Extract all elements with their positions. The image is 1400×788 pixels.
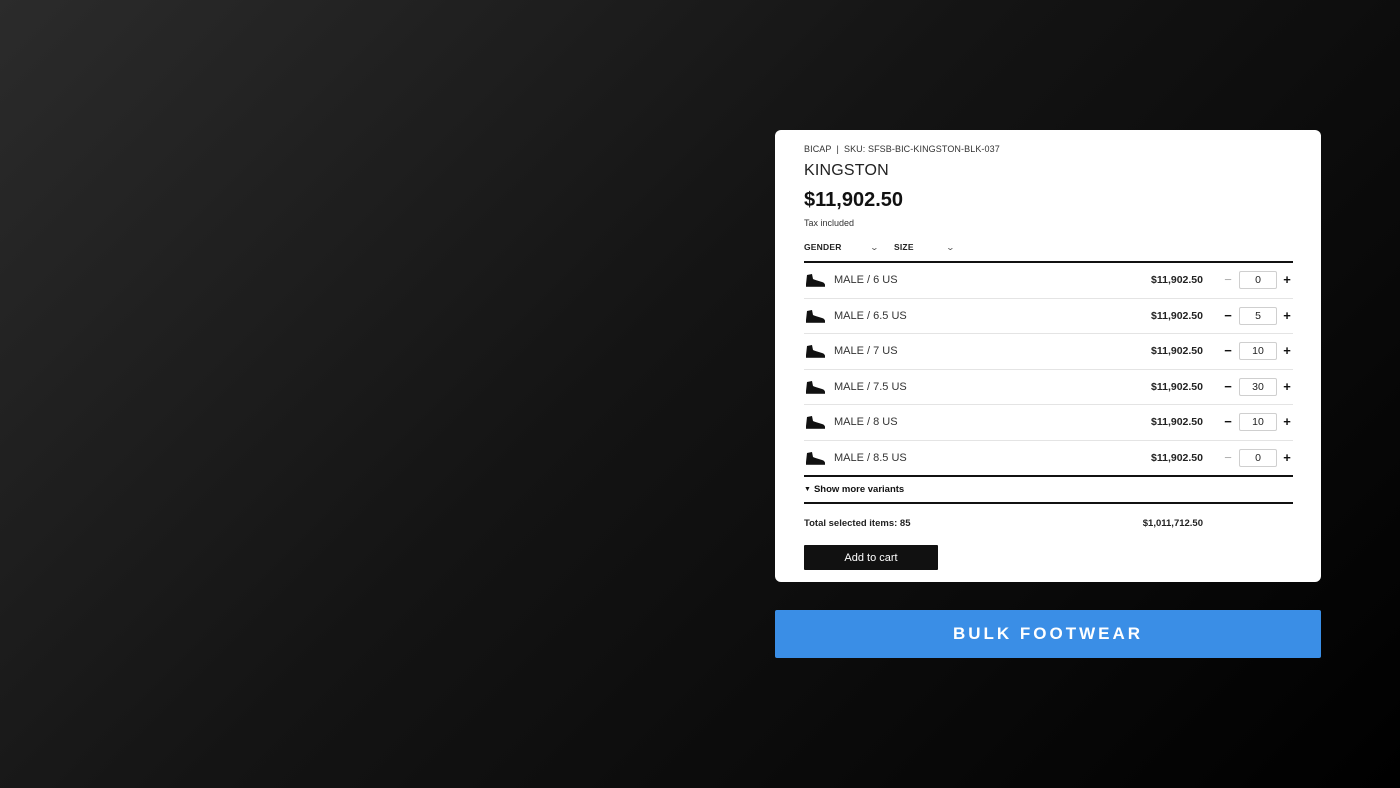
product-meta: BICAP | SKU: SFSB-BIC-KINGSTON-BLK-037	[804, 144, 1000, 154]
variant-price: $11,902.50	[1151, 309, 1203, 322]
variant-row: MALE / 7 US $11,902.50 − +	[804, 334, 1293, 370]
meta-separator: |	[836, 144, 839, 154]
boot-icon	[804, 450, 826, 466]
variant-price: $11,902.50	[1151, 345, 1203, 358]
chevron-down-icon: ⌄	[945, 242, 956, 252]
boot-icon	[804, 379, 826, 395]
boot-icon	[804, 343, 826, 359]
increase-quantity-button[interactable]: +	[1281, 451, 1293, 464]
quantity-input[interactable]	[1239, 413, 1277, 432]
variant-label: MALE / 7.5 US	[834, 380, 907, 393]
variant-label: MALE / 8 US	[834, 416, 898, 429]
add-to-cart-button[interactable]: Add to cart	[804, 545, 938, 570]
decrease-quantity-button[interactable]: −	[1222, 415, 1234, 428]
variant-row: MALE / 7.5 US $11,902.50 − +	[804, 370, 1293, 405]
sku-label: SKU: SFSB-BIC-KINGSTON-BLK-037	[843, 144, 1000, 154]
decrease-quantity-button[interactable]: −	[1222, 380, 1234, 393]
bulk-footwear-banner: BULK FOOTWEAR	[775, 610, 1321, 658]
show-more-variants-link[interactable]: ▼ Show more variants	[804, 484, 904, 495]
variant-price: $11,902.50	[1151, 452, 1203, 465]
size-filter-label: SIZE	[894, 242, 914, 252]
quantity-input[interactable]	[1239, 271, 1277, 290]
gender-filter-label: GENDER	[804, 242, 842, 252]
caret-down-icon: ▼	[804, 486, 811, 493]
product-card: BICAP | SKU: SFSB-BIC-KINGSTON-BLK-037 KIN…	[775, 130, 1321, 582]
quantity-input[interactable]	[1239, 306, 1277, 325]
variant-row: MALE / 6 US $11,902.50 − +	[804, 263, 1293, 299]
quantity-input[interactable]	[1239, 377, 1277, 396]
size-filter[interactable]: SIZE ⌄	[894, 242, 956, 252]
decrease-quantity-button[interactable]: −	[1222, 309, 1234, 322]
show-more-label: Show more variants	[813, 484, 905, 495]
increase-quantity-button[interactable]: +	[1281, 380, 1293, 393]
variant-price: $11,902.50	[1151, 274, 1203, 287]
total-items-label: Total selected items: 85	[804, 518, 911, 529]
totals-top-rule	[804, 502, 1293, 504]
variant-row: MALE / 8.5 US $11,902.50 − +	[804, 441, 1293, 477]
vendor-name: BICAP	[804, 144, 832, 154]
variant-label: MALE / 7 US	[834, 345, 898, 358]
increase-quantity-button[interactable]: +	[1281, 344, 1293, 357]
product-title: KINGSTON	[804, 162, 889, 179]
boot-icon	[804, 308, 826, 324]
boot-icon	[804, 414, 826, 430]
increase-quantity-button[interactable]: +	[1281, 309, 1293, 322]
chevron-down-icon: ⌄	[869, 242, 880, 252]
quantity-input[interactable]	[1239, 449, 1277, 468]
variant-label: MALE / 8.5 US	[834, 452, 907, 465]
variant-label: MALE / 6.5 US	[834, 309, 907, 322]
decrease-quantity-button[interactable]: −	[1222, 451, 1234, 464]
gender-filter[interactable]: GENDER ⌄	[804, 242, 880, 252]
variant-row: MALE / 6.5 US $11,902.50 − +	[804, 299, 1293, 334]
variant-row: MALE / 8 US $11,902.50 − +	[804, 405, 1293, 441]
variant-price: $11,902.50	[1151, 416, 1203, 429]
increase-quantity-button[interactable]: +	[1281, 415, 1293, 428]
variant-list-bottom-rule	[804, 475, 1293, 477]
total-price: $1,011,712.50	[1142, 518, 1203, 529]
variant-price: $11,902.50	[1151, 380, 1203, 393]
increase-quantity-button[interactable]: +	[1281, 273, 1293, 286]
variant-list: MALE / 6 US $11,902.50 − + MALE / 6.5 US…	[804, 263, 1293, 476]
variant-label: MALE / 6 US	[834, 274, 898, 287]
tax-note: Tax included	[804, 218, 855, 228]
product-price: $11,902.50	[804, 189, 903, 211]
decrease-quantity-button[interactable]: −	[1222, 273, 1234, 286]
variant-filters: GENDER ⌄ SIZE ⌄	[804, 242, 956, 252]
quantity-input[interactable]	[1239, 342, 1277, 361]
decrease-quantity-button[interactable]: −	[1222, 344, 1234, 357]
boot-icon	[804, 272, 826, 288]
